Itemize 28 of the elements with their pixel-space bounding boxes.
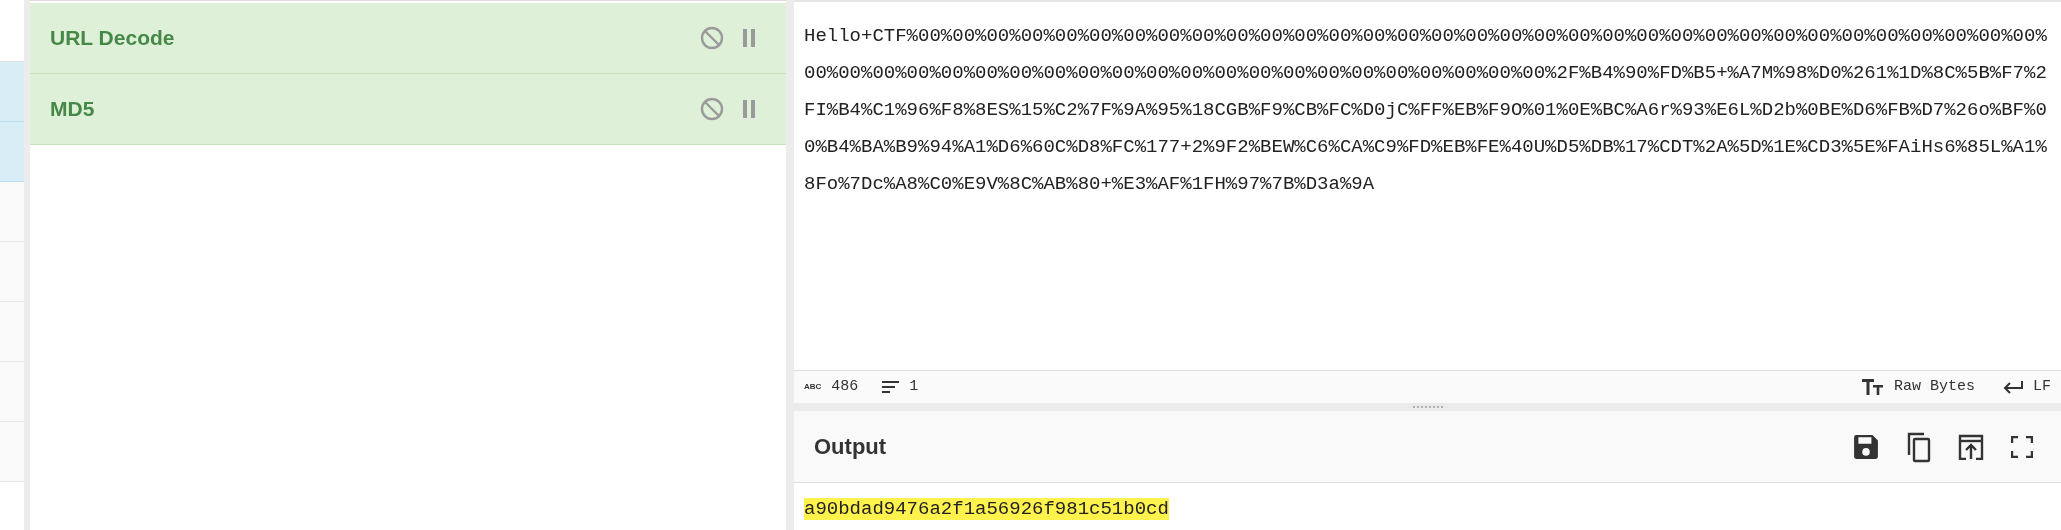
operation-name: MD5 [50, 96, 96, 123]
encoding-label[interactable]: Raw Bytes [1893, 375, 1975, 399]
save-icon[interactable] [1853, 433, 1879, 460]
fullscreen-icon[interactable] [2011, 435, 2033, 458]
line-count: 1 [909, 376, 919, 397]
input-text-line: 8Fo%7Dc%A8%C0%E9V%8C%AB%80+%E3%AF%1FH%97%7B%D3a%9A [804, 172, 1376, 197]
resize-handle-icon[interactable] [1412, 405, 1443, 409]
eol-label[interactable]: LF [2033, 375, 2051, 399]
input-text-line: FI%B4%C1%96%F8%8ES%15%C2%7F%9A%95%18CGB%F9%CB%FC%D0jC%FF%EB%F9O%01%0E%BC%A6r%93%E6L%D2b%0BE%D6%FB%D7%26o%BF%0 [804, 98, 2048, 123]
length-count: 486 [831, 376, 859, 397]
lines-icon [882, 381, 900, 393]
input-text-line: 00%00%00%00%00%00%00%00%00%00%00%00%00%00%00%00%00%00%00%00%00%00%2F%B4%90%FD%B5+%A7M%98%D0%261%1D%8C%5B%F7%2 [804, 61, 2048, 86]
recipe-operation[interactable]: MD5 [30, 74, 786, 145]
length-icon: ABC [804, 381, 822, 393]
pause-icon[interactable] [742, 100, 756, 118]
operation-name: URL Decode [50, 25, 176, 52]
text-size-icon[interactable] [1861, 379, 1884, 395]
input-text-line: 0%B4%BA%B9%94%A1%D6%60C%D8%FC%177+2%9F2%BEW%C6%CA%C9%FD%EB%FE%40U%D5%DB%17%CDT%2A%5D%1E%CD3%5E%FAiHs6%85L%A1% [804, 135, 2048, 160]
output-title: Output [814, 433, 888, 461]
return-arrow-icon[interactable] [2003, 380, 2023, 394]
disable-icon[interactable] [700, 26, 724, 50]
open-in-input-icon[interactable] [1957, 433, 1985, 460]
output-text: a90bdad9476a2f1a56926f981c51b0cd [804, 498, 1169, 520]
input-text-line: Hello+CTF%00%00%00%00%00%00%00%00%00%00%00%00%00%00%00%00%00%00%00%00%00%00%00%00%00%00%00%00%00%00%00%00%00% [804, 24, 2048, 49]
pause-icon[interactable] [742, 29, 756, 47]
recipe-operation[interactable]: URL Decode [30, 3, 786, 74]
copy-icon[interactable] [1905, 430, 1931, 463]
disable-icon[interactable] [700, 97, 724, 121]
